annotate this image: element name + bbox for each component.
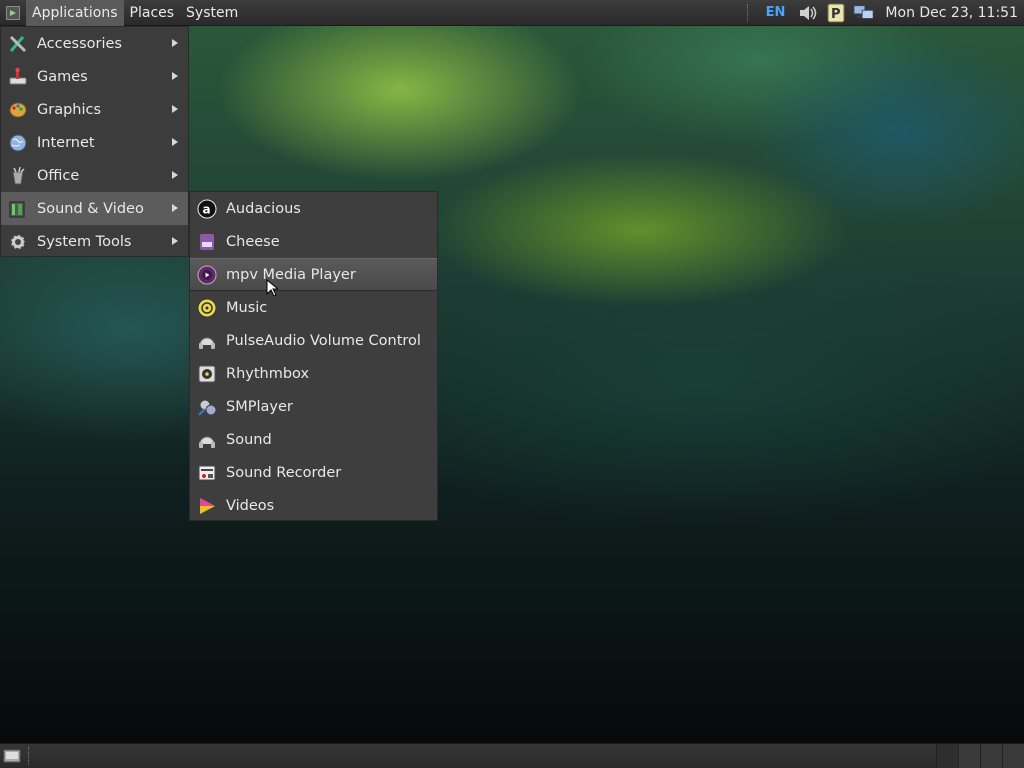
workspace-3[interactable] [980,744,1002,768]
accessories-icon [7,33,29,55]
sound-icon [196,429,218,451]
sound-recorder-icon [196,462,218,484]
volume-icon[interactable] [797,2,819,24]
system-tray: EN P Mon Dec 23, 11:51 [743,0,1024,26]
menu-item-graphics[interactable]: Graphics [1,93,188,126]
workspace-1[interactable] [936,744,958,768]
chevron-right-icon [172,39,178,47]
network-icon[interactable] [853,2,875,24]
submenu-item-smplayer[interactable]: SMPlayer [190,390,437,423]
mpv-icon [196,264,218,286]
places-menu[interactable]: Places [124,0,181,26]
menu-item-label: Office [37,167,80,184]
submenu-item-label: Music [226,299,268,316]
menu-item-label: Games [37,68,88,85]
menu-item-system-tools[interactable]: System Tools [1,225,188,258]
menu-item-label: System Tools [37,233,132,250]
clipboard-p-icon[interactable]: P [825,2,847,24]
submenu-item-pulseaudio[interactable]: PulseAudio Volume Control [190,324,437,357]
submenu-item-label: Sound [226,431,272,448]
workspace-2[interactable] [958,744,980,768]
games-icon [7,66,29,88]
svg-text:a: a [203,202,211,216]
submenu-item-rhythmbox[interactable]: Rhythmbox [190,357,437,390]
menu-item-label: Accessories [37,35,122,52]
menu-item-accessories[interactable]: Accessories [1,27,188,60]
applications-menu[interactable]: Applications [26,0,124,26]
panel-separator [746,3,750,22]
audacious-icon: a [196,198,218,220]
chevron-right-icon [172,237,178,245]
bottom-panel [0,743,1024,768]
menu-item-label: Graphics [37,101,102,118]
workspace-4[interactable] [1002,744,1024,768]
submenu-item-cheese[interactable]: Cheese [190,225,437,258]
submenu-item-videos[interactable]: Videos [190,489,437,522]
chevron-right-icon [172,204,178,212]
chevron-right-icon [172,72,178,80]
menu-item-games[interactable]: Games [1,60,188,93]
submenu-item-label: PulseAudio Volume Control [226,332,421,349]
applications-dropdown: Accessories Games Graphics Internet Offi… [0,26,189,257]
music-icon [196,297,218,319]
smplayer-icon [196,396,218,418]
chevron-right-icon [172,171,178,179]
submenu-item-label: mpv Media Player [226,266,356,283]
submenu-item-label: Audacious [226,200,301,217]
internet-icon [7,132,29,154]
sound-video-submenu: a Audacious Cheese mpv Media Player Musi… [189,191,438,521]
submenu-item-label: Sound Recorder [226,464,342,481]
submenu-item-music[interactable]: Music [190,291,437,324]
system-tools-icon [7,231,29,253]
top-panel: Applications Places System EN P Mon Dec … [0,0,1024,26]
mouse-pointer-icon [266,279,278,297]
menu-item-label: Internet [37,134,95,151]
submenu-item-label: SMPlayer [226,398,293,415]
office-icon [7,165,29,187]
videos-icon [196,495,218,517]
cheese-icon [196,231,218,253]
submenu-item-label: Videos [226,497,275,514]
system-menu[interactable]: System [180,0,244,26]
sound-video-icon [7,198,29,220]
menu-item-office[interactable]: Office [1,159,188,192]
submenu-item-sound[interactable]: Sound [190,423,437,456]
graphics-icon [7,99,29,121]
menu-item-sound-video[interactable]: Sound & Video [1,192,188,225]
svg-text:P: P [831,7,841,22]
chevron-right-icon [172,105,178,113]
pulseaudio-icon [196,330,218,352]
submenu-item-label: Cheese [226,233,280,250]
rhythmbox-icon [196,363,218,385]
submenu-item-sound-recorder[interactable]: Sound Recorder [190,456,437,489]
show-desktop-icon[interactable] [0,744,24,768]
clock[interactable]: Mon Dec 23, 11:51 [881,5,1020,21]
submenu-item-audacious[interactable]: a Audacious [190,192,437,225]
menu-item-label: Sound & Video [37,200,144,217]
panel-separator [28,747,31,765]
menu-item-internet[interactable]: Internet [1,126,188,159]
keyboard-layout-indicator[interactable]: EN [760,5,792,20]
submenu-item-mpv[interactable]: mpv Media Player [190,258,437,291]
submenu-item-label: Rhythmbox [226,365,310,382]
distro-logo-icon[interactable] [0,0,26,26]
chevron-right-icon [172,138,178,146]
workspace-switcher [936,744,1024,768]
